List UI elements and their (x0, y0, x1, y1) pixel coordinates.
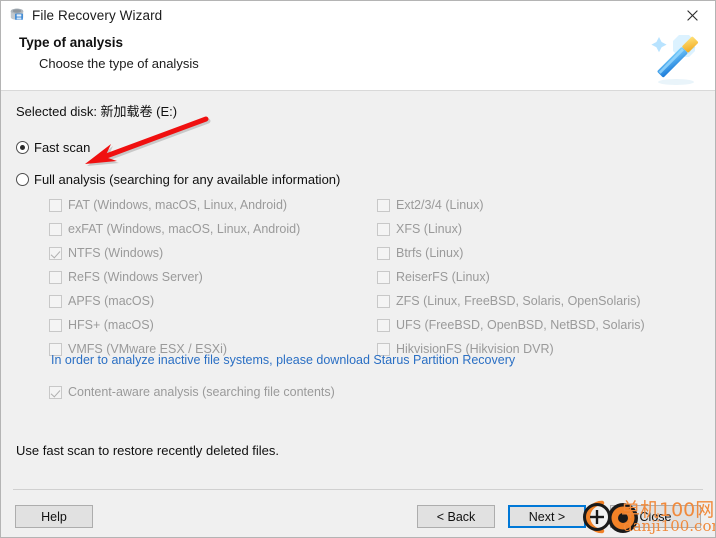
close-button[interactable]: Close (610, 505, 701, 528)
radio-indicator-full-analysis (16, 173, 29, 186)
hint-text: Use fast scan to restore recently delete… (16, 443, 280, 458)
checkbox-indicator-refs (49, 270, 62, 284)
checkbox-label-hfsplus: HFS+ (macOS) (68, 318, 154, 332)
wizard-body: Selected disk: 新加载卷 (E:) Fast scan Full … (1, 91, 715, 489)
page-subtitle: Choose the type of analysis (39, 56, 199, 71)
checkbox-label-reiserfs: ReiserFS (Linux) (396, 270, 490, 284)
checkbox-label-refs: ReFS (Windows Server) (68, 270, 203, 284)
checkbox-indicator-apfs (49, 294, 62, 308)
magic-wand-icon (645, 27, 707, 89)
filesystem-column-left: FAT (Windows, macOS, Linux, Android) exF… (49, 193, 300, 361)
checkbox-btrfs[interactable]: Btrfs (Linux) (377, 241, 645, 265)
checkbox-ufs[interactable]: UFS (FreeBSD, OpenBSD, NetBSD, Solaris) (377, 313, 645, 337)
title-bar: File Recovery Wizard (1, 1, 715, 29)
checkbox-label-ext234: Ext2/3/4 (Linux) (396, 198, 484, 212)
checkbox-label-apfs: APFS (macOS) (68, 294, 155, 308)
next-button[interactable]: Next > (508, 505, 586, 528)
wizard-footer: Help < Back Next > Close (1, 489, 715, 537)
checkbox-label-content-aware: Content-aware analysis (searching file c… (68, 385, 335, 399)
checkbox-indicator-hfsplus (49, 318, 62, 332)
window-title: File Recovery Wizard (32, 7, 163, 23)
checkbox-xfs[interactable]: XFS (Linux) (377, 217, 645, 241)
checkbox-indicator-zfs (377, 294, 390, 308)
checkbox-content-aware-analysis[interactable]: Content-aware analysis (searching file c… (49, 385, 335, 399)
checkbox-indicator-ext234 (377, 198, 390, 212)
checkbox-label-ntfs: NTFS (Windows) (68, 246, 164, 260)
checkbox-indicator-content-aware (49, 385, 62, 399)
checkbox-fat[interactable]: FAT (Windows, macOS, Linux, Android) (49, 193, 300, 217)
checkbox-indicator-fat (49, 198, 62, 212)
file-recovery-wizard-window: File Recovery Wizard Type of analysis Ch… (0, 0, 716, 538)
page-title: Type of analysis (19, 35, 124, 50)
close-icon[interactable] (670, 1, 715, 29)
checkbox-label-exfat: exFAT (Windows, macOS, Linux, Android) (68, 222, 301, 236)
checkbox-label-xfs: XFS (Linux) (396, 222, 462, 236)
radio-indicator-fast-scan (16, 141, 29, 154)
checkbox-refs[interactable]: ReFS (Windows Server) (49, 265, 300, 289)
selected-disk-label: Selected disk: 新加载卷 (E:) (16, 104, 178, 119)
help-button[interactable]: Help (15, 505, 93, 528)
checkbox-ntfs[interactable]: NTFS (Windows) (49, 241, 300, 265)
checkbox-zfs[interactable]: ZFS (Linux, FreeBSD, Solaris, OpenSolari… (377, 289, 645, 313)
checkbox-exfat[interactable]: exFAT (Windows, macOS, Linux, Android) (49, 217, 300, 241)
checkbox-indicator-ufs (377, 318, 390, 332)
checkbox-ext234[interactable]: Ext2/3/4 (Linux) (377, 193, 645, 217)
checkbox-label-zfs: ZFS (Linux, FreeBSD, Solaris, OpenSolari… (396, 294, 641, 308)
checkbox-label-fat: FAT (Windows, macOS, Linux, Android) (68, 198, 288, 212)
filesystem-column-right: Ext2/3/4 (Linux) XFS (Linux) Btrfs (Linu… (377, 193, 645, 361)
checkbox-indicator-reiserfs (377, 270, 390, 284)
disk-drive-icon (9, 7, 25, 23)
radio-label-full-analysis: Full analysis (searching for any availab… (34, 172, 341, 187)
checkbox-apfs[interactable]: APFS (macOS) (49, 289, 300, 313)
wizard-header: Type of analysis Choose the type of anal… (1, 29, 715, 91)
radio-fast-scan[interactable]: Fast scan (16, 140, 90, 155)
checkbox-indicator-xfs (377, 222, 390, 236)
checkbox-indicator-btrfs (377, 246, 390, 260)
checkbox-label-ufs: UFS (FreeBSD, OpenBSD, NetBSD, Solaris) (396, 318, 645, 332)
radio-label-fast-scan: Fast scan (34, 140, 91, 155)
footer-separator (13, 489, 703, 490)
checkbox-hfsplus[interactable]: HFS+ (macOS) (49, 313, 300, 337)
checkbox-reiserfs[interactable]: ReiserFS (Linux) (377, 265, 645, 289)
checkbox-indicator-ntfs (49, 246, 62, 260)
back-button[interactable]: < Back (417, 505, 495, 528)
checkbox-label-btrfs: Btrfs (Linux) (396, 246, 464, 260)
radio-full-analysis[interactable]: Full analysis (searching for any availab… (16, 172, 340, 187)
download-partition-recovery-link[interactable]: In order to analyze inactive file system… (51, 353, 515, 367)
checkbox-indicator-exfat (49, 222, 62, 236)
